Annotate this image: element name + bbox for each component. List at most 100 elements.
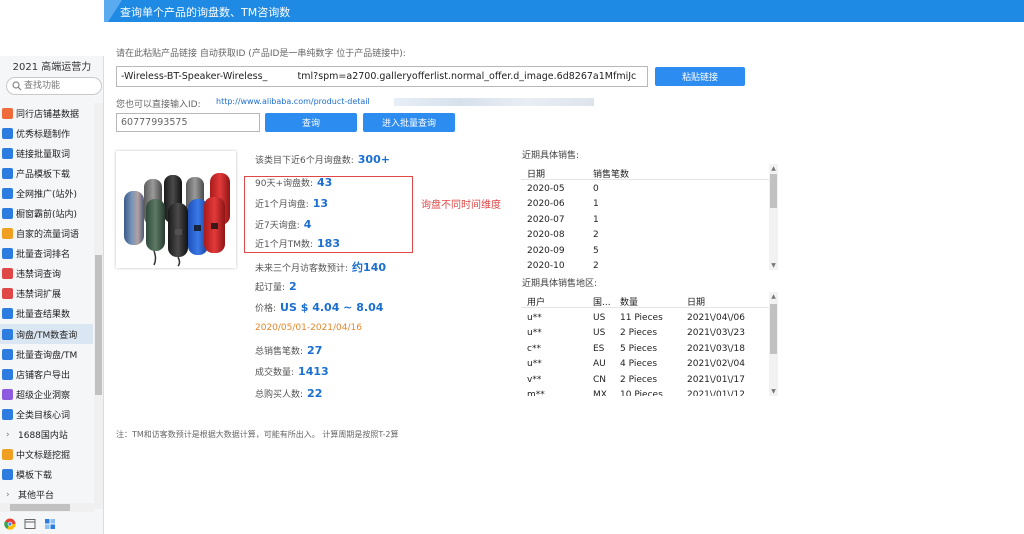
region-col-user[interactable]: 用户 [527,295,545,308]
sidebar-item-label: 链接批量取词 [16,149,71,160]
highlight-note: 询盘不同时间维度 [421,200,501,211]
sidebar-item-label: 批量查询盘/TM [16,350,78,361]
region-table-cell: 2021\/01\/12 [687,390,745,396]
query-button[interactable]: 查询 [265,113,357,132]
sidebar-item[interactable]: 自家的流量词语 [0,224,93,244]
visitors-row: 未来三个月访客数预计: 约140 [255,259,386,275]
product-id-input[interactable] [116,113,260,132]
region-table-cell: 2021\/02\/04 [687,359,745,370]
category-inquiry-row: 该类目下近6个月询盘数: 300+ [255,153,390,166]
sidebar-search[interactable] [6,77,102,95]
date-range: 2020/05/01-2021/04/16 [255,323,362,333]
sales-table-cell: 2020-09 [527,245,565,256]
d90-inquiry-row: 90天+询盘数: 43 [255,176,332,189]
forbidden-ext-icon [2,288,13,300]
sidebar-scrollbar[interactable] [94,103,103,509]
sales-col-date[interactable]: 日期 [527,167,545,180]
sidebar-item[interactable]: 违禁词扩展 [0,284,93,304]
forbidden-icon [2,268,13,280]
search-input[interactable] [24,79,99,93]
region-table-cell: c** [527,343,541,354]
sidebar-item[interactable]: 全类目核心词 [0,404,93,424]
chevron-right-icon: › [6,489,10,500]
sidebar-item[interactable]: 超级企业洞察 [0,384,93,404]
window-icon[interactable] [24,518,36,530]
m1-inquiry-row: 近1个月询盘: 13 [255,197,328,210]
sidebar-group-1688[interactable]: › 1688国内站 [0,425,93,445]
moq-label: 起订量: [255,283,286,293]
region-col-quantity[interactable]: 数量 [620,295,638,308]
sales-table: 日期 销售笔数 2020-05 0 2020-06 1 2020-07 1 2020-08 2… [521,164,778,270]
batch-inquiry-icon [2,348,13,360]
d90-inquiry-value: 43 [317,176,333,189]
sales-table-cell: 1 [593,199,599,210]
id-hint: 您也可以直接输入ID: [116,100,201,110]
sidebar-item[interactable]: 批量查词排名 [0,244,93,264]
insight-icon [2,388,13,400]
sidebar-item[interactable]: 批量查结果数 [0,304,93,324]
volume-row: 成交数量: 1413 [255,365,329,378]
region-col-date[interactable]: 日期 [687,295,705,308]
browser-icon[interactable] [4,518,16,530]
page-header: 查询单个产品的询盘数、TM咨询数 [104,0,1024,22]
region-table-cell: 10 Pieces [620,390,663,396]
region-table-cell: 11 Pieces [620,313,663,323]
sidebar-item[interactable]: 链接批量取词 [0,143,93,163]
product-url-input[interactable] [116,66,648,87]
link-icon [2,147,13,159]
promote-icon [2,187,13,199]
sidebar-item-label: 询盘/TM数查询 [16,330,78,341]
region-table-cell: US [593,328,606,339]
sales-table-cell: 1 [593,214,599,225]
blurred-url [394,98,594,106]
sidebar-item[interactable]: 优秀标题制作 [0,123,93,143]
sales-row: 总销售笔数: 27 [255,344,322,357]
sidebar-item[interactable]: 全网推广(站外) [0,183,93,203]
main-panel: 请在此粘贴产品链接 自动获取ID (产品ID是一串纯数字 位于产品链接中): 粘… [104,22,1024,534]
sidebar-item[interactable]: 产品模板下载 [0,163,93,183]
rank-icon [2,248,13,260]
region-table-scrollbar[interactable]: ▲ ▼ [769,292,778,396]
sidebar-item[interactable]: 橱窗霸前(站内) [0,203,93,223]
batch-query-button[interactable]: 进入批量查询 [363,113,455,132]
region-col-country[interactable]: 国... [593,295,611,308]
price-label: 价格: [255,304,277,314]
sidebar-horizontal-scrollbar[interactable] [0,503,94,512]
region-table-cell: v** [527,374,542,385]
region-table-cell: 2021\/04\/06 [687,313,745,323]
sidebar-item-label: 自家的流量词语 [16,230,80,241]
buyers-value: 22 [307,387,323,400]
sidebar-item[interactable]: 同行店铺基数据 [0,103,93,123]
sales-table-title: 近期具体销售: [522,151,580,161]
region-table-cell: u** [527,359,542,370]
sidebar-item[interactable]: 违禁词查询 [0,264,93,284]
region-table-cell: 5 Pieces [620,343,658,354]
sales-table-scrollbar[interactable]: ▲ ▼ [769,164,778,270]
sales-table-cell: 2020-05 [527,184,565,194]
sidebar-title: 2021 高端运营力 [12,62,92,73]
sidebar-item[interactable]: 中文标题挖掘 [0,445,93,465]
m1-inquiry-label: 近1个月询盘: [255,200,309,210]
download-icon [2,167,13,179]
paste-link-button[interactable]: 粘贴链接 [655,67,745,86]
region-table-cell: 2 Pieces [620,374,658,385]
region-table: 用户 国... 数量 日期 u** US 11 Pieces 2021\/04\/06… [521,292,778,396]
sidebar-logo-area [0,0,104,56]
sidebar-group-other[interactable]: › 其他平台 [0,485,93,505]
date-range-row: 2020/05/01-2021/04/16 [255,323,362,333]
price-value: US $ 4.04 ~ 8.04 [280,301,384,314]
region-table-cell: u** [527,328,542,339]
product-detail-link[interactable]: http://www.alibaba.com/product-detail [216,97,370,106]
moq-row: 起订量: 2 [255,280,297,293]
sales-table-cell: 2020-10 [527,261,565,270]
visitors-value: 约140 [352,261,387,274]
sidebar-item[interactable]: 询盘/TM数查询 [0,324,93,345]
sales-table-cell: 2020-06 [527,199,565,210]
sales-table-cell: 2020-07 [527,214,565,225]
sidebar-item[interactable]: 模板下载 [0,465,93,485]
grid-icon[interactable] [44,518,56,530]
sidebar-item[interactable]: 批量查询盘/TM [0,344,93,364]
sidebar-item[interactable]: 店铺客户导出 [0,364,93,384]
region-table-cell: 2021\/01\/17 [687,374,745,385]
sales-col-count[interactable]: 销售笔数 [593,167,629,180]
